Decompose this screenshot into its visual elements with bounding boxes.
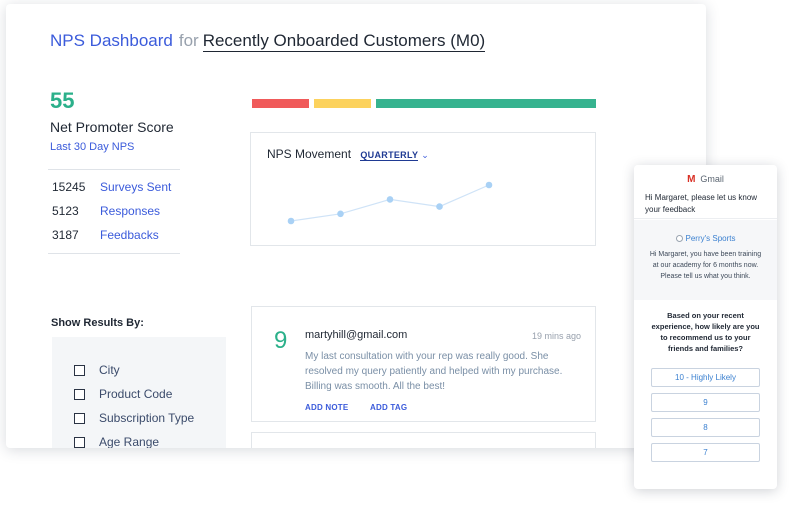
nps-dashboard-window: NPS Dashboard for Recently Onboarded Custo…: [6, 4, 706, 448]
nps-bar-passives: [313, 99, 371, 108]
survey-question: Based on your recent experience, how lik…: [651, 311, 760, 353]
survey-option[interactable]: 10 - Highly Likely: [651, 368, 760, 387]
feedback-time: 19 mins ago: [531, 331, 581, 341]
add-note-button[interactable]: ADD NOTE: [305, 403, 348, 412]
nps-movement-point: [386, 196, 394, 203]
feedback-text: My last consultation with your rep was r…: [305, 351, 563, 392]
filter-city[interactable]: City: [74, 363, 120, 377]
nps-bar-promoters: [375, 99, 596, 108]
stat-label[interactable]: Responses: [100, 204, 160, 218]
survey-option[interactable]: 8: [651, 418, 760, 437]
divider: [48, 253, 180, 254]
feedback-card-next: [251, 432, 596, 448]
email-message: Hi Margaret, you have been training at o…: [649, 251, 762, 280]
filter-label: Age Range: [99, 435, 160, 448]
email-preview: M Gmail Hi Margaret, please let us know y…: [634, 165, 777, 489]
stat-value: 3187: [52, 228, 79, 242]
checkbox[interactable]: [74, 436, 85, 448]
filter-label: City: [99, 363, 120, 377]
stat-value: 5123: [52, 204, 79, 218]
soccer-ball-icon: [675, 235, 683, 242]
nps-score-label: Net Promoter Score: [50, 119, 174, 135]
store-name: Perry's Sports: [634, 234, 777, 243]
email-greeting: Hi Margaret, please let us know your fee…: [645, 193, 758, 214]
checkbox[interactable]: [74, 412, 85, 424]
nps-movement-point: [287, 217, 295, 225]
divider: [48, 169, 180, 170]
email-app: M Gmail: [634, 174, 777, 185]
nps-bar-detractors: [252, 99, 309, 108]
filter-panel: City Product Code Subscription Type Age …: [52, 337, 226, 448]
nps-movement-line: [290, 184, 490, 222]
nps-movement-point: [436, 203, 443, 210]
email-header: M Gmail Hi Margaret, please let us know y…: [634, 165, 777, 219]
nps-movement-card: NPS Movement QUARTERLY ⌄: [250, 132, 596, 246]
stat-responses: 5123 Responses: [52, 204, 160, 218]
filter-label: Subscription Type: [99, 411, 195, 425]
dashboard-title: NPS Dashboard: [50, 31, 173, 50]
filter-subscription-type[interactable]: Subscription Type: [74, 411, 194, 425]
gmail-icon: M: [687, 174, 696, 185]
stat-surveys-sent: 15245 Surveys Sent: [52, 180, 171, 194]
checkbox[interactable]: [74, 388, 85, 400]
feedback-card: 9 martyhill@gmail.com 19 mins ago My las…: [251, 306, 596, 422]
for-label: for: [178, 31, 199, 50]
email-body: Perry's Sports Hi Margaret, you have bee…: [634, 220, 777, 300]
show-results-title: Show Results By:: [51, 317, 144, 329]
email-app-name: Gmail: [700, 174, 724, 184]
nps-movement-point: [337, 210, 344, 218]
survey-option[interactable]: 9: [651, 393, 760, 412]
stat-label[interactable]: Surveys Sent: [100, 180, 171, 194]
survey-question-area: Based on your recent experience, how lik…: [641, 300, 770, 476]
nps-score-value: 55: [50, 88, 75, 113]
stat-label[interactable]: Feedbacks: [100, 228, 159, 242]
nps-movement-chart: [287, 181, 493, 225]
add-tag-button[interactable]: ADD TAG: [370, 403, 407, 412]
stat-value: 15245: [52, 180, 86, 194]
stat-feedbacks: 3187 Feedbacks: [52, 228, 159, 242]
segment-selector[interactable]: Recently Onboarded Customers (M0): [202, 31, 486, 52]
feedback-email: martyhill@gmail.com: [305, 329, 408, 341]
nps-movement-point: [485, 181, 493, 189]
nps-score-period: Last 30 Day NPS: [50, 141, 135, 153]
survey-option[interactable]: 7: [651, 443, 760, 462]
feedback-score: 9: [274, 327, 288, 354]
filter-label: Product Code: [99, 387, 173, 401]
checkbox[interactable]: [74, 364, 85, 376]
store-label: Perry's Sports: [685, 234, 736, 243]
page-title: NPS Dashboard for Recently Onboarded Custo…: [50, 31, 486, 52]
filter-age-range[interactable]: Age Range: [74, 435, 159, 448]
filter-product-code[interactable]: Product Code: [74, 387, 172, 401]
